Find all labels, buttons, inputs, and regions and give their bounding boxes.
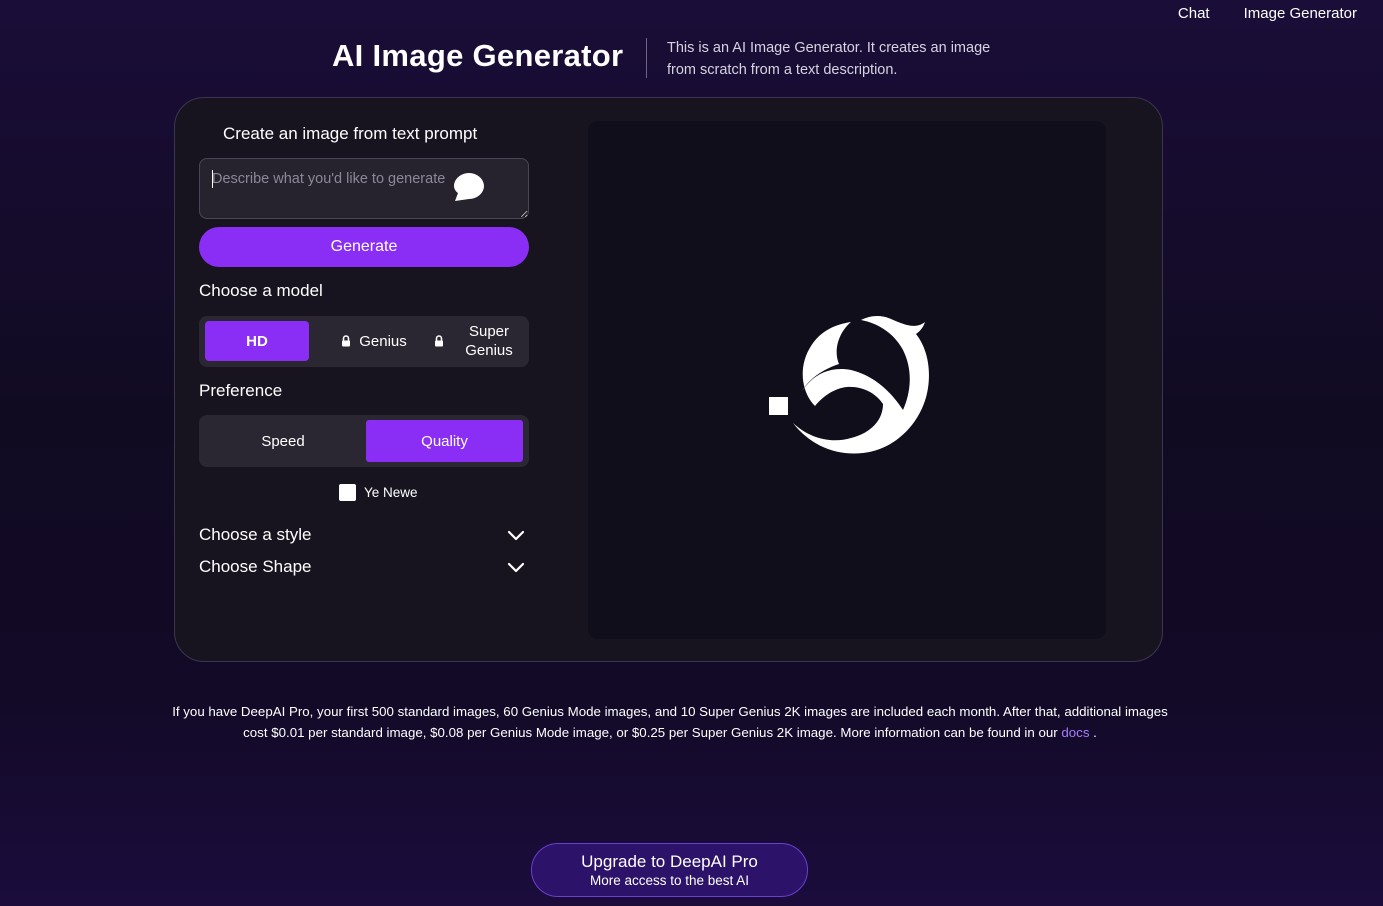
choose-style-label: Choose a style (199, 525, 312, 544)
model-option-genius[interactable]: Genius (323, 321, 423, 361)
deepai-logo (769, 316, 929, 454)
preference-option-label: Quality (421, 432, 468, 450)
docs-link[interactable]: docs (1061, 725, 1089, 740)
choose-style-dropdown[interactable]: Choose a style (199, 523, 525, 547)
pricing-note-text: If you have DeepAI Pro, your first 500 s… (172, 704, 1168, 740)
lock-icon (435, 335, 443, 347)
model-option-super-genius[interactable]: Super Genius (425, 321, 525, 361)
preference-selector: Speed Quality (199, 415, 529, 467)
nav-image-generator-link[interactable]: Image Generator (1244, 5, 1357, 22)
ye-newe-checkbox[interactable] (339, 484, 356, 501)
model-option-label: Genius (359, 332, 407, 350)
choose-shape-dropdown[interactable]: Choose Shape (199, 555, 525, 579)
generate-button[interactable]: Generate (199, 227, 529, 267)
model-label: Choose a model (199, 281, 323, 300)
ye-newe-label: Ye Newe (364, 485, 418, 500)
model-option-label: HD (246, 332, 268, 350)
preference-option-label: Speed (261, 432, 305, 450)
chevron-down-icon (507, 530, 525, 541)
title-divider (646, 38, 647, 78)
chevron-down-icon (507, 562, 525, 573)
top-nav: Chat Image Generator (1178, 5, 1357, 22)
upgrade-title: Upgrade to DeepAI Pro (581, 852, 758, 871)
nav-chat-link[interactable]: Chat (1178, 5, 1210, 22)
preference-option-quality[interactable]: Quality (366, 420, 523, 462)
preference-option-speed[interactable]: Speed (203, 420, 363, 462)
preference-label: Preference (199, 381, 283, 400)
model-option-hd[interactable]: HD (205, 321, 309, 361)
lock-icon (342, 335, 351, 347)
model-option-label: Super Genius (465, 323, 513, 359)
model-selector: HD Genius Super Genius (199, 316, 529, 367)
pricing-note: If you have DeepAI Pro, your first 500 s… (170, 701, 1170, 743)
upgrade-subtitle: More access to the best AI (589, 873, 750, 888)
page-description: This is an AI Image Generator. It create… (667, 40, 991, 78)
upgrade-button[interactable]: Upgrade to DeepAI Pro More access to the… (531, 843, 808, 897)
create-label: Create an image from text prompt (223, 124, 478, 143)
pricing-note-end: . (1093, 725, 1097, 740)
choose-shape-label: Choose Shape (199, 557, 312, 576)
text-caret (212, 170, 213, 188)
page-title: AI Image Generator (332, 38, 624, 73)
chat-bubble-icon[interactable] (452, 171, 486, 203)
